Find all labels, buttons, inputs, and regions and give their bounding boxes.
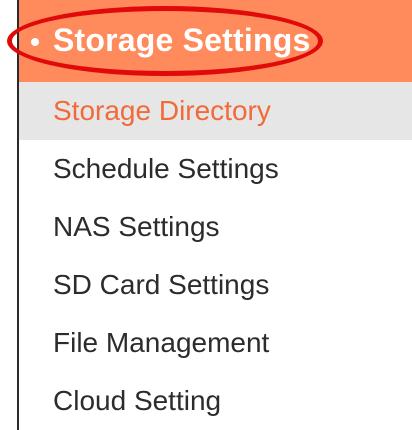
menu-section-header[interactable]: Storage Settings [7, 0, 412, 82]
submenu-item-nas-settings[interactable]: NAS Settings [19, 198, 412, 256]
submenu-list: Storage Directory Schedule Settings NAS … [19, 82, 412, 430]
menu-section-title: Storage Settings [53, 22, 311, 58]
submenu-item-schedule-settings[interactable]: Schedule Settings [19, 140, 412, 198]
submenu-item-storage-directory[interactable]: Storage Directory [19, 82, 412, 140]
storage-settings-menu: Storage Settings Storage Directory Sched… [7, 0, 412, 430]
bullet-icon [31, 38, 39, 46]
submenu-item-sd-card-settings[interactable]: SD Card Settings [19, 256, 412, 314]
submenu-item-cloud-setting[interactable]: Cloud Setting [19, 372, 412, 430]
submenu-item-file-management[interactable]: File Management [19, 314, 412, 372]
